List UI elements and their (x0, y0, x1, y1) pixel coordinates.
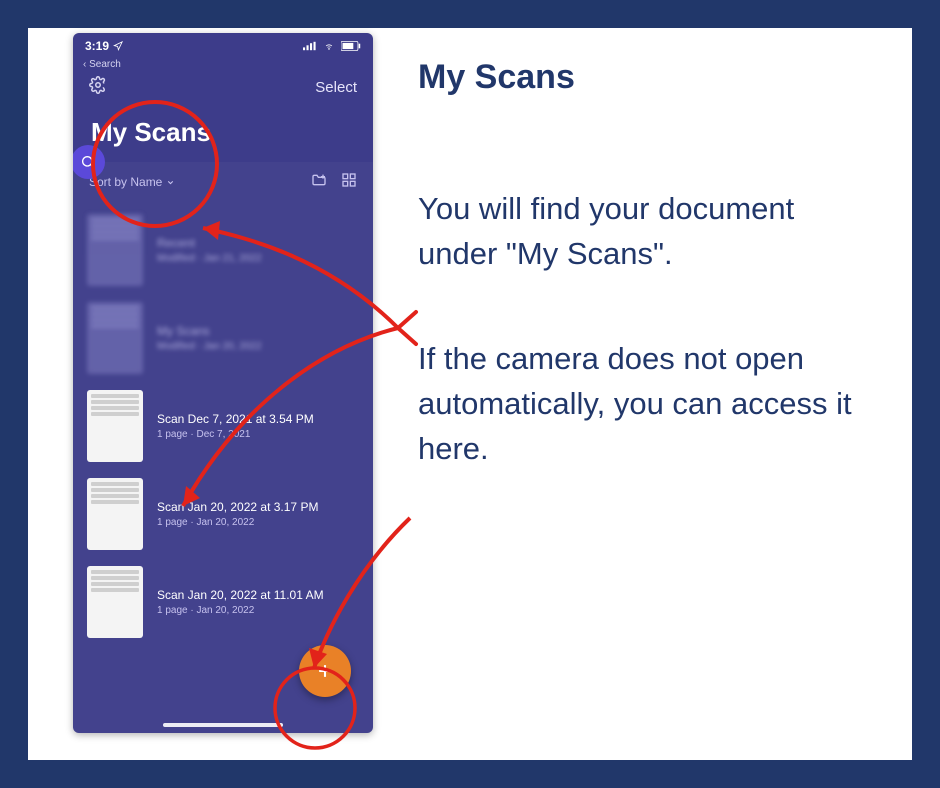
document-thumbnail (87, 478, 143, 550)
scan-subtitle: Modified · Jan 21, 2022 (157, 253, 262, 264)
document-thumbnail (87, 302, 143, 374)
list-item[interactable]: Scan Dec 7, 2021 at 3.54 PM 1 page · Dec … (87, 387, 359, 465)
grid-icon (341, 172, 357, 188)
scan-subtitle: 1 page · Jan 20, 2022 (157, 605, 324, 616)
layout-button[interactable] (341, 172, 357, 191)
document-thumbnail (87, 390, 143, 462)
phone-screenshot: 3:19 ‹ Search Select (73, 33, 373, 733)
document-thumbnail (87, 214, 143, 286)
top-action-row: Select (73, 72, 373, 99)
scan-subtitle: Modified · Jan 20, 2022 (157, 341, 262, 352)
chevron-down-icon (166, 178, 175, 187)
scan-title: My Scans (157, 324, 262, 338)
guide-card: 3:19 ‹ Search Select (28, 28, 912, 760)
folder-add-icon (311, 172, 327, 188)
list-item[interactable]: Scan Jan 20, 2022 at 3.17 PM 1 page · Jan… (87, 475, 359, 553)
scan-meta: My Scans Modified · Jan 20, 2022 (157, 324, 262, 352)
list-item[interactable]: Scan Jan 20, 2022 at 11.01 AM 1 page · Ja… (87, 563, 359, 641)
gear-icon (89, 76, 107, 94)
back-label: Search (89, 59, 121, 70)
home-indicator (163, 723, 283, 727)
search-icon (80, 154, 96, 170)
list-item[interactable]: My Scans Modified · Jan 20, 2022 (87, 299, 359, 377)
scan-meta: Scan Jan 20, 2022 at 11.01 AM 1 page · Ja… (157, 588, 324, 616)
scan-subtitle: 1 page · Dec 7, 2021 (157, 429, 314, 440)
add-scan-button[interactable] (299, 645, 351, 697)
scan-title: Scan Jan 20, 2022 at 3.17 PM (157, 500, 318, 514)
scan-title: Scan Jan 20, 2022 at 11.01 AM (157, 588, 324, 602)
guide-text-column: My Scans You will find your document und… (388, 28, 912, 760)
guide-heading: My Scans (418, 58, 872, 97)
folder-button[interactable] (311, 172, 327, 191)
sort-row: Sort by Name (73, 162, 373, 201)
wifi-icon (322, 41, 336, 51)
scan-meta: Scan Dec 7, 2021 at 3.54 PM 1 page · Dec … (157, 412, 314, 440)
sort-button[interactable]: Sort by Name (89, 175, 175, 189)
plus-icon (315, 661, 335, 681)
back-navigation[interactable]: ‹ Search (73, 59, 373, 72)
guide-paragraph-1: You will find your document under "My Sc… (418, 187, 872, 277)
phone-column: 3:19 ‹ Search Select (28, 28, 388, 760)
list-item[interactable]: Recent Modified · Jan 21, 2022 (87, 211, 359, 289)
select-button[interactable]: Select (315, 79, 357, 96)
sort-label: Sort by Name (89, 175, 162, 189)
scan-title: Scan Dec 7, 2021 at 3.54 PM (157, 412, 314, 426)
location-icon (113, 41, 123, 51)
document-thumbnail (87, 566, 143, 638)
scan-meta: Scan Jan 20, 2022 at 3.17 PM 1 page · Jan… (157, 500, 318, 528)
cellular-icon (303, 41, 317, 51)
status-time: 3:19 (85, 39, 109, 53)
scan-subtitle: 1 page · Jan 20, 2022 (157, 517, 318, 528)
battery-icon (341, 41, 361, 51)
guide-paragraph-2: If the camera does not open automaticall… (418, 337, 872, 472)
status-bar: 3:19 (73, 33, 373, 59)
settings-button[interactable] (89, 76, 107, 99)
scan-title: Recent (157, 236, 262, 250)
scan-meta: Recent Modified · Jan 21, 2022 (157, 236, 262, 264)
page-title: My Scans (73, 99, 373, 162)
outer-frame: 3:19 ‹ Search Select (0, 0, 940, 788)
